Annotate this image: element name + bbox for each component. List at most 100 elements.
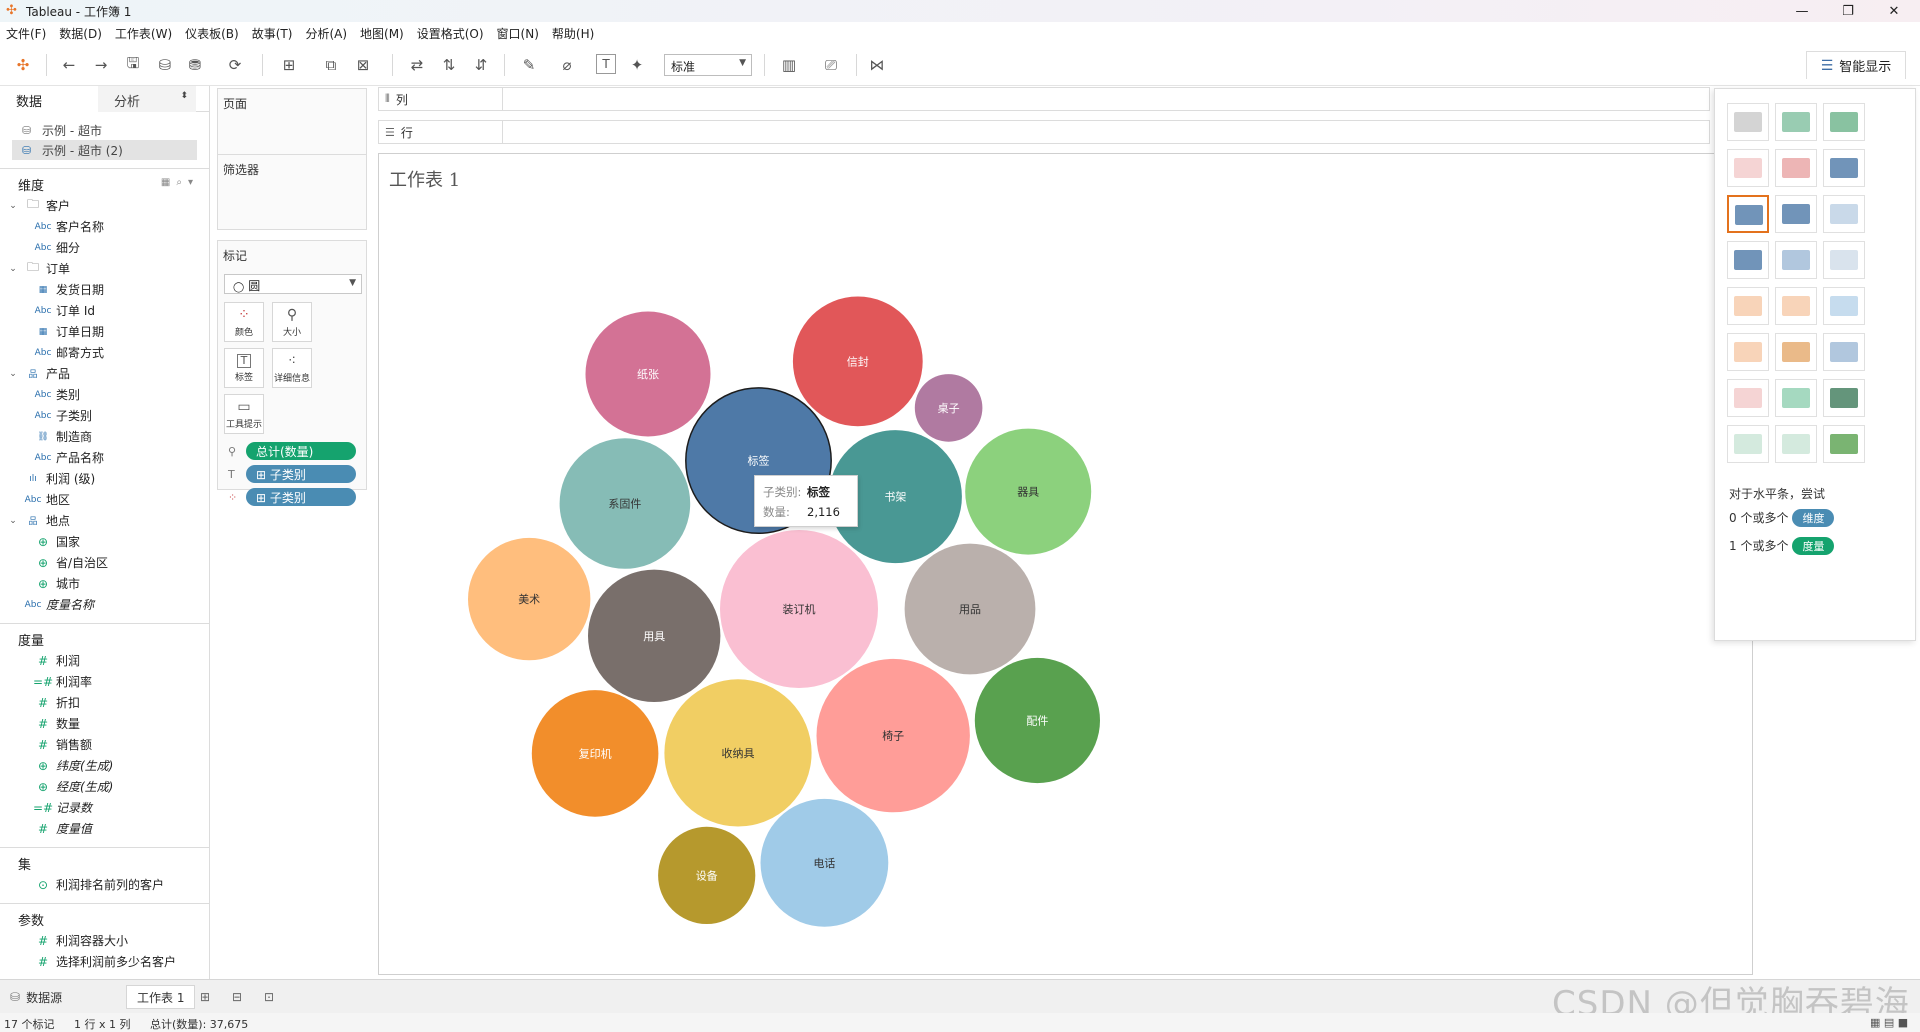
chart-type-stacked-bars[interactable] xyxy=(1775,195,1817,233)
share-icon[interactable]: ⋈ xyxy=(866,54,888,76)
chart-type-dual-combination[interactable] xyxy=(1823,333,1865,371)
undo-icon[interactable]: ← xyxy=(58,54,80,76)
sheet-tab[interactable]: 工作表 1 xyxy=(126,985,196,1009)
minimize-button[interactable]: — xyxy=(1780,0,1824,22)
refresh-icon[interactable]: ⟳ xyxy=(224,54,246,76)
tab-data[interactable]: 数据 xyxy=(0,86,98,112)
chart-type-heat-map[interactable] xyxy=(1775,103,1817,141)
chart-type-side-by-side-circles[interactable] xyxy=(1823,241,1865,279)
field-item[interactable]: Abc 地区 xyxy=(0,489,209,510)
field-item[interactable]: # 选择利润前多少名客户 xyxy=(0,951,209,972)
label-pill[interactable]: ⊞ 子类别 xyxy=(246,465,356,483)
tableau-home-icon[interactable]: ✣ xyxy=(12,54,34,76)
smart-show-button[interactable]: ☰ 智能显示 xyxy=(1806,51,1906,79)
show-mark-labels-icon[interactable]: T xyxy=(596,54,616,74)
new-story-icon[interactable]: ⊡ xyxy=(264,985,274,1009)
tab-analysis[interactable]: 分析 ⬍ xyxy=(98,86,196,112)
size-button[interactable]: ⚲ 大小 xyxy=(272,302,312,342)
chart-type-filled-map[interactable] xyxy=(1775,149,1817,187)
fix-axes-icon[interactable]: ✦ xyxy=(626,54,648,76)
chart-type-packed-bubbles[interactable] xyxy=(1823,425,1865,463)
chart-type-area-continuous[interactable] xyxy=(1727,333,1769,371)
datasource-item[interactable]: ⛁ 示例 - 超市 xyxy=(0,120,209,140)
size-pill[interactable]: 总计(数量) xyxy=(246,442,356,460)
sort-ascending-icon[interactable]: ⇅ xyxy=(438,54,460,76)
chart-type-histogram[interactable] xyxy=(1775,379,1817,417)
sort-icon[interactable]: ⬍ xyxy=(180,91,188,101)
filters-card[interactable]: 筛选器 xyxy=(217,154,367,230)
highlight-icon[interactable]: ✎ xyxy=(518,54,540,76)
label-button[interactable]: T 标签 xyxy=(224,348,264,388)
save-icon[interactable]: 🖫 xyxy=(122,54,144,76)
chart-type-area-discrete[interactable] xyxy=(1775,333,1817,371)
fit-select[interactable]: 标准 ▼ xyxy=(664,54,752,76)
field-item[interactable]: # 利润 xyxy=(0,650,209,671)
field-item[interactable]: ⊕ 国家 xyxy=(0,531,209,552)
rows-shelf[interactable]: ☰ 行 xyxy=(378,120,1710,144)
chart-type-symbol-map[interactable] xyxy=(1727,149,1769,187)
field-item[interactable]: Abc 度量名称 xyxy=(0,594,209,615)
field-item[interactable]: # 数量 xyxy=(0,713,209,734)
field-item[interactable]: ⛓ 制造商 xyxy=(0,426,209,447)
field-item[interactable]: ⊕ 省/自治区 xyxy=(0,552,209,573)
menu-dashboard[interactable]: 仪表板(B) xyxy=(185,25,239,42)
field-item[interactable]: ⊙ 利润排名前列的客户 xyxy=(0,874,209,895)
field-item[interactable]: Abc 类别 xyxy=(0,384,209,405)
new-worksheet-icon[interactable]: ⊞ xyxy=(278,54,300,76)
new-dashboard-icon[interactable]: ⊟ xyxy=(232,985,242,1009)
datasource-tab[interactable]: ⛁ 数据源 xyxy=(10,985,62,1009)
chart-type-highlight-table[interactable] xyxy=(1823,103,1865,141)
chart-type-circle-views[interactable] xyxy=(1775,241,1817,279)
menu-story[interactable]: 故事(T) xyxy=(252,25,293,42)
field-item[interactable]: Abc 子类别 xyxy=(0,405,209,426)
field-item[interactable]: # 度量值 xyxy=(0,818,209,839)
chart-type-text-table[interactable] xyxy=(1727,103,1769,141)
close-button[interactable]: ✕ xyxy=(1872,0,1916,22)
menu-analysis[interactable]: 分析(A) xyxy=(305,25,347,42)
chart-type-pie-chart[interactable] xyxy=(1823,149,1865,187)
field-item[interactable]: Abc 客户名称 xyxy=(0,216,209,237)
chart-type-line-discrete[interactable] xyxy=(1775,287,1817,325)
field-item[interactable]: ⌄ 🗀 客户 xyxy=(0,195,209,216)
chart-type-bullet-graph[interactable] xyxy=(1775,425,1817,463)
new-datasource-icon[interactable]: ⛁ xyxy=(154,54,176,76)
chart-type-scatter-plot[interactable] xyxy=(1727,379,1769,417)
field-item[interactable]: =# 利润率 xyxy=(0,671,209,692)
tooltip-button[interactable]: ▭ 工具提示 xyxy=(224,394,264,434)
group-members-icon[interactable]: ⌀ xyxy=(556,54,578,76)
chart-type-horizontal-bars[interactable] xyxy=(1727,195,1769,233)
clear-sheet-icon[interactable]: ⊠ xyxy=(352,54,374,76)
color-button[interactable]: ⁘ 颜色 xyxy=(224,302,264,342)
chart-type-line-continuous[interactable] xyxy=(1727,287,1769,325)
worksheet-view[interactable]: 工作表 1 用具 椅子 收纳具 器具 设备 桌子 书架 配件 标签 电话 系固件 装订机 美术 复印机 信封… xyxy=(378,153,1753,975)
menu-help[interactable]: 帮助(H) xyxy=(552,25,594,42)
menu-data[interactable]: 数据(D) xyxy=(59,25,102,42)
field-item[interactable]: ▦ 发货日期 xyxy=(0,279,209,300)
field-item[interactable]: ⌄ 🗀 订单 xyxy=(0,258,209,279)
redo-icon[interactable]: → xyxy=(90,54,112,76)
field-item[interactable]: ⊕ 纬度(生成) xyxy=(0,755,209,776)
duplicate-sheet-icon[interactable]: ⧉ xyxy=(320,54,342,76)
field-item[interactable]: ⊕ 经度(生成) xyxy=(0,776,209,797)
field-item[interactable]: Abc 细分 xyxy=(0,237,209,258)
color-pill[interactable]: ⊞ 子类别 xyxy=(246,488,356,506)
sort-descending-icon[interactable]: ⇵ xyxy=(470,54,492,76)
view-grid-icon[interactable]: ▦ ▤ ■ xyxy=(1870,1016,1908,1029)
field-item[interactable]: ⌄ 品产品 xyxy=(0,363,209,384)
chart-type-side-by-side-bars[interactable] xyxy=(1823,195,1865,233)
menu-file[interactable]: 文件(F) xyxy=(6,25,46,42)
menu-window[interactable]: 窗口(N) xyxy=(497,25,539,42)
field-item[interactable]: # 利润容器大小 xyxy=(0,930,209,951)
field-item[interactable]: Abc 邮寄方式 xyxy=(0,342,209,363)
search-icon[interactable]: ▦⌕▾ xyxy=(161,177,199,188)
field-item[interactable]: ▦ 订单日期 xyxy=(0,321,209,342)
field-item[interactable]: =# 记录数 xyxy=(0,797,209,818)
show-cards-icon[interactable]: ▥ xyxy=(778,54,800,76)
datasource-item-selected[interactable]: ⛁ 示例 - 超市 (2) xyxy=(12,140,197,160)
mark-type-select[interactable]: ◯ 圆 ▼ xyxy=(224,274,362,294)
field-item[interactable]: # 折扣 xyxy=(0,692,209,713)
field-item[interactable]: ⊕ 城市 xyxy=(0,573,209,594)
pause-updates-icon[interactable]: ⛃ xyxy=(184,54,206,76)
maximize-button[interactable]: ❐ xyxy=(1826,0,1870,22)
menu-format[interactable]: 设置格式(O) xyxy=(417,25,484,42)
